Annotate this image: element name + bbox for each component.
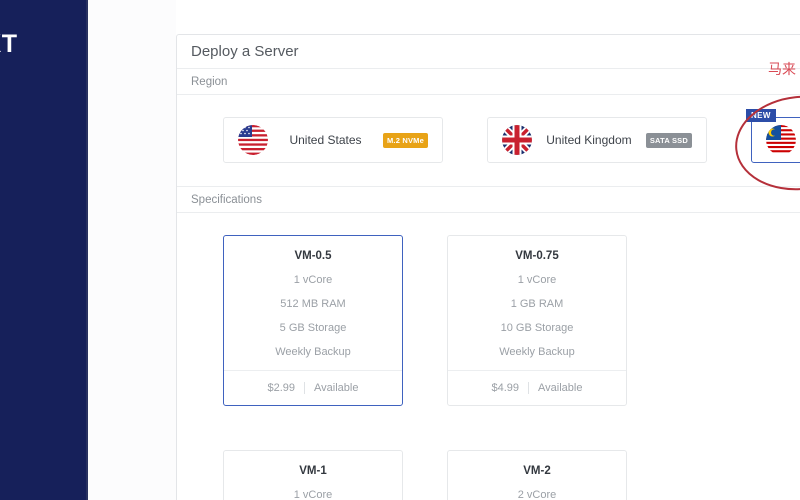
- plan-footer: $4.99 Available: [448, 370, 626, 405]
- plan-card[interactable]: VM-11 vCore2 GB RAM20 GB StorageWeekly B…: [223, 450, 403, 500]
- plan-price-group: $2.99: [268, 382, 296, 394]
- new-ribbon-badge: NEW: [746, 109, 776, 122]
- plan-footer-divider: [304, 382, 306, 394]
- sidebar: DXT t s): [0, 0, 88, 500]
- plan-availability-status: Available: [314, 382, 359, 394]
- plan-name: VM-2: [523, 465, 551, 477]
- plan-spec: Weekly Backup: [275, 346, 351, 358]
- plan-footer: $2.99 Available: [224, 370, 402, 405]
- page-background: [88, 0, 176, 500]
- plan-price: $2.99: [267, 382, 296, 394]
- uk-flag-icon: [502, 125, 532, 155]
- plan-footer-divider: [528, 382, 530, 394]
- brand-logo: DXT: [0, 30, 18, 58]
- plan-spec: 5 GB Storage: [279, 322, 347, 334]
- plan-spec: 512 MB RAM: [280, 298, 346, 310]
- region-label: United States: [289, 133, 362, 147]
- malaysia-flag-icon: [766, 125, 796, 155]
- specifications-section-body: VM-0.5 1 vCore 512 MB RAM 5 GB Storage Weekl…: [177, 213, 800, 500]
- region-card-united-states[interactable]: United States M.2 NVMe: [223, 117, 443, 163]
- region-section-body: United States M.2 NVMe United Kingdom SA…: [177, 95, 800, 187]
- specifications-section-heading: Specifications: [177, 187, 800, 213]
- plan-name: VM-0.5: [294, 250, 332, 262]
- region-card-row: United States M.2 NVMe United Kingdom SA…: [223, 109, 800, 163]
- sidebar-edge: [86, 0, 88, 500]
- plan-card[interactable]: VM-0.5 1 vCore 512 MB RAM 5 GB Storage Weekl…: [223, 235, 403, 406]
- plan-name: VM-1: [299, 465, 327, 477]
- plan-price-group: $4.99: [492, 382, 520, 394]
- region-label: United Kingdom: [546, 133, 632, 147]
- region-card-united-kingdom[interactable]: United Kingdom SATA SSD: [487, 117, 707, 163]
- region-card-malaysia[interactable]: NEW: [746, 109, 800, 163]
- plan-spec: 1 vCore: [293, 489, 333, 500]
- plan-grid: VM-0.5 1 vCore 512 MB RAM 5 GB Storage Weekl…: [223, 235, 800, 500]
- plan-price: $4.99: [491, 382, 520, 394]
- plan-spec: 1 vCore: [293, 274, 333, 286]
- plan-spec: 2 vCore: [517, 489, 557, 500]
- plan-card[interactable]: VM-22 vCore4 GB RAM: [447, 450, 627, 500]
- plan-spec: 1 GB RAM: [510, 298, 564, 310]
- region-badge-sata: SATA SSD: [645, 132, 692, 148]
- plan-availability-status: Available: [538, 382, 583, 394]
- plan-spec: 10 GB Storage: [500, 322, 574, 334]
- plan-name: VM-0.75: [515, 250, 559, 262]
- plan-spec: 1 vCore: [517, 274, 557, 286]
- deploy-server-panel: Deploy a Server Region United States M.2…: [176, 34, 800, 500]
- region-section-heading: Region: [177, 69, 800, 95]
- plan-card[interactable]: VM-0.75 1 vCore 1 GB RAM 10 GB Storage Weekl…: [447, 235, 627, 406]
- region-badge-nvme: M.2 NVMe: [382, 132, 428, 148]
- page-title: Deploy a Server: [177, 35, 800, 69]
- plan-spec: Weekly Backup: [499, 346, 575, 358]
- us-flag-icon: [238, 125, 268, 155]
